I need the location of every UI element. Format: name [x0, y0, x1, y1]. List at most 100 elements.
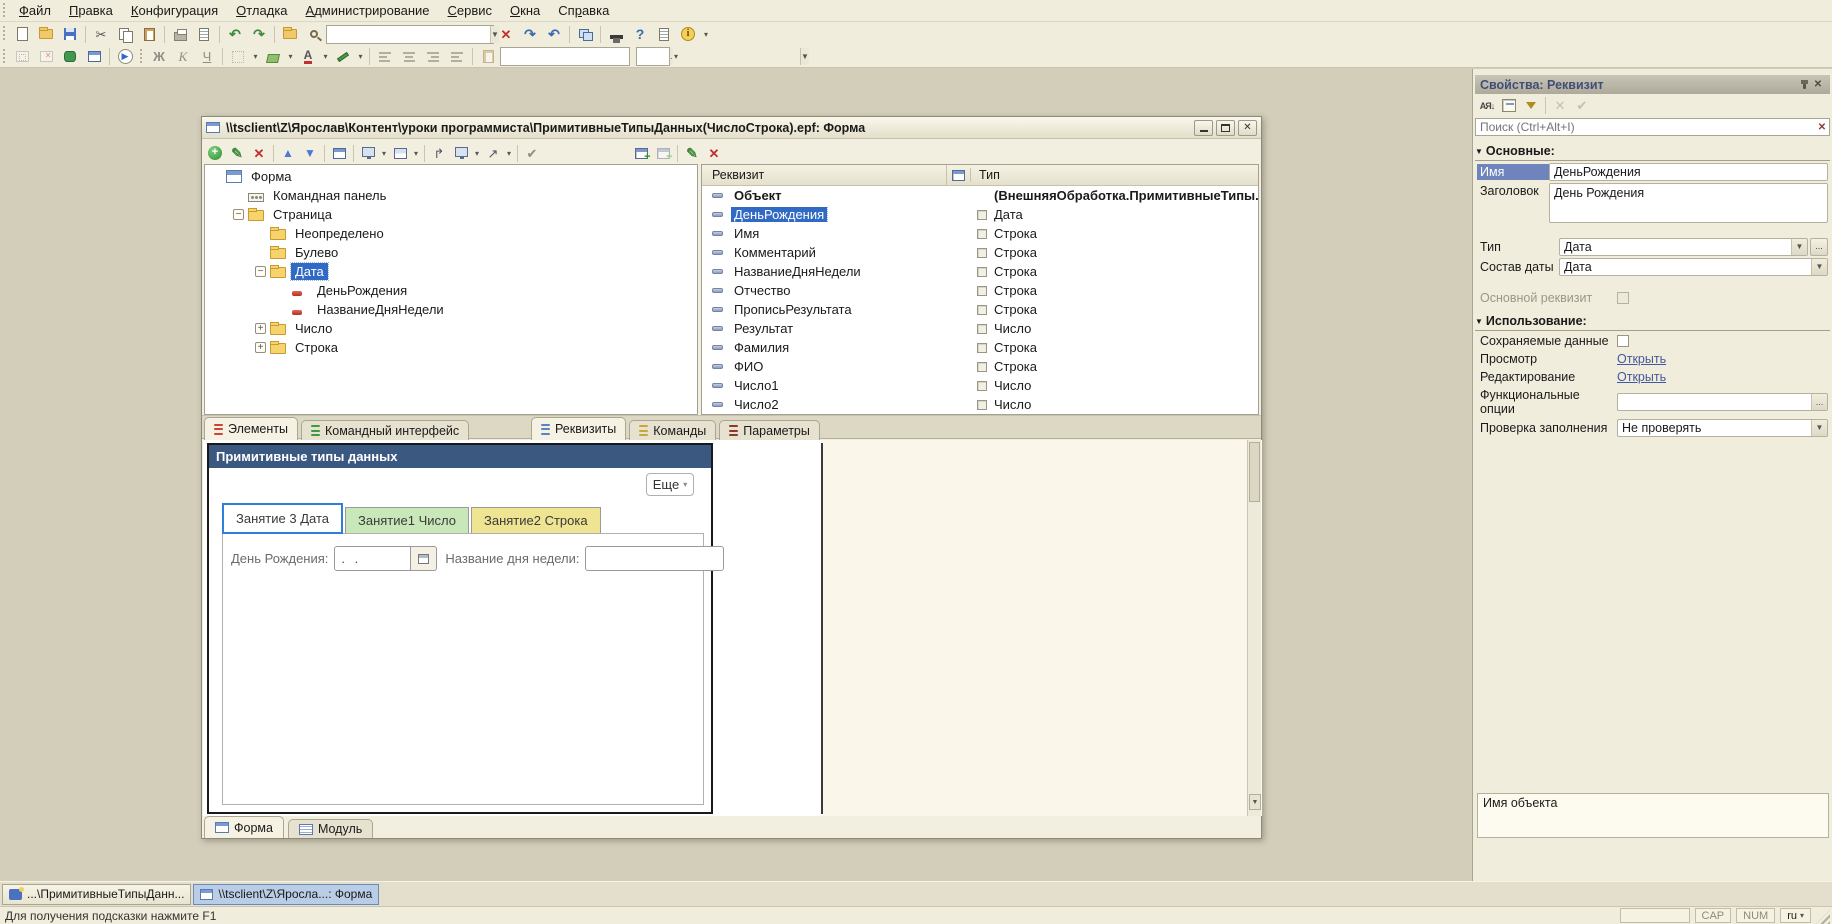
panel-tab[interactable]: Командный интерфейс	[301, 420, 469, 440]
attribute-row[interactable]: Число1 Число	[702, 376, 1258, 395]
pencil-color-button[interactable]	[331, 46, 355, 67]
italic-button[interactable]: К	[171, 46, 195, 67]
section-main[interactable]: ▼Основные:	[1475, 144, 1830, 161]
add-element-button[interactable]: +	[204, 143, 226, 163]
editor-tab[interactable]: Модуль	[288, 819, 373, 838]
combo-arrow-icon[interactable]: ▼	[1811, 259, 1827, 275]
property-type-combo[interactable]: Дата ▼	[1559, 238, 1808, 256]
view-open-link[interactable]: Открыть	[1617, 352, 1666, 366]
toolbar-grip[interactable]	[2, 26, 7, 42]
add-tabular-section-button[interactable]	[652, 143, 674, 163]
font-color-button[interactable]: А	[296, 46, 320, 67]
reorder-button[interactable]: ↱	[428, 143, 450, 163]
filter-properties-button[interactable]	[1520, 96, 1542, 116]
undo-button[interactable]: ↶	[223, 24, 247, 45]
editor-tab[interactable]: Форма	[204, 816, 284, 838]
windows-list-button[interactable]	[573, 24, 597, 45]
combo-arrow-icon[interactable]: ▼	[1811, 420, 1827, 436]
tree-item[interactable]: Страница	[205, 205, 697, 224]
clear-search-button[interactable]: ✕	[494, 24, 518, 45]
print-button[interactable]	[168, 24, 192, 45]
panel-tab[interactable]: Команды	[629, 420, 716, 440]
add-attribute-button[interactable]	[630, 143, 652, 163]
weekday-input[interactable]	[585, 546, 724, 571]
property-fillcheck-combo[interactable]: Не проверять ▼	[1617, 419, 1828, 437]
expander-icon[interactable]	[233, 209, 244, 220]
preview-mode-dropdown[interactable]: ▾	[379, 143, 389, 164]
layout-mode-dropdown[interactable]: ▾	[411, 143, 421, 164]
print-preview-button[interactable]	[192, 24, 216, 45]
attribute-row[interactable]: Имя Строка	[702, 224, 1258, 243]
toolbar2-overflow-button[interactable]: ▾	[670, 46, 682, 67]
toolbar-grip[interactable]	[2, 49, 7, 65]
edit-element-button[interactable]: ✎	[226, 143, 248, 163]
fill-color-button[interactable]	[261, 46, 285, 67]
check-form-button[interactable]: ✔	[521, 143, 543, 163]
find-previous-button[interactable]: ↶	[542, 24, 566, 45]
cut-button[interactable]: ✂	[89, 24, 113, 45]
delete-attribute-button[interactable]: ✕	[703, 143, 725, 163]
panel-tab[interactable]: Элементы	[204, 417, 298, 440]
scale-form-button[interactable]	[450, 143, 472, 163]
combo-arrow-icon[interactable]: ▼	[1791, 239, 1807, 255]
redo-button[interactable]: ↷	[247, 24, 271, 45]
funcopt-dots-icon[interactable]: ...	[1811, 394, 1827, 410]
form-page-tab[interactable]: Занятие1 Число	[345, 507, 469, 534]
column-header-type[interactable]: Тип	[970, 168, 1258, 182]
new-document-button[interactable]	[10, 24, 34, 45]
align-right-button[interactable]	[421, 46, 445, 67]
form-page-tab[interactable]: Занятие2 Строка	[471, 507, 601, 534]
zoom-dropdown[interactable]: ▼	[800, 48, 809, 65]
syntax-check-button[interactable]	[604, 24, 628, 45]
form-elements-button[interactable]	[10, 46, 34, 67]
menu-item[interactable]: Администрирование	[297, 0, 439, 22]
edit-open-link[interactable]: Открыть	[1617, 370, 1666, 384]
menu-item[interactable]: Окна	[501, 0, 549, 22]
menu-item[interactable]: Конфигурация	[122, 0, 227, 22]
property-funcopt-input[interactable]: ...	[1617, 393, 1828, 411]
property-label-caption[interactable]: Заголовок	[1477, 183, 1549, 199]
global-search-button[interactable]	[278, 24, 302, 45]
clear-search-icon[interactable]: ✕	[1815, 122, 1829, 133]
attribute-row[interactable]: Число2 Число	[702, 395, 1258, 414]
pin-panel-button[interactable]	[1797, 78, 1811, 92]
format-painter-button[interactable]	[476, 46, 500, 67]
resize-grip[interactable]	[1816, 910, 1830, 924]
toolbar-grip[interactable]	[139, 49, 144, 65]
align-justify-button[interactable]	[445, 46, 469, 67]
close-button[interactable]: ✕	[1238, 120, 1257, 136]
property-label-datepart[interactable]: Состав даты	[1477, 259, 1559, 275]
info-button[interactable]: i	[676, 24, 700, 45]
open-form-module-button[interactable]	[328, 143, 350, 163]
save-button[interactable]	[58, 24, 82, 45]
table-header[interactable]: Реквизит Тип	[702, 165, 1258, 186]
properties-search-input[interactable]	[1476, 120, 1815, 134]
apply-property-button[interactable]: ✔	[1571, 96, 1593, 116]
toolbar-grip[interactable]	[2, 3, 7, 19]
attribute-row[interactable]: Комментарий Строка	[702, 243, 1258, 262]
delete-element-button[interactable]: ✕	[248, 143, 270, 163]
expander-icon[interactable]	[255, 323, 266, 334]
tree-item[interactable]: ДеньРождения	[205, 281, 697, 300]
taskbar-window-button[interactable]: \\tsclient\Z\Яросла...: Форма	[193, 884, 379, 905]
tree-item[interactable]: Дата	[205, 262, 697, 281]
find-button[interactable]	[302, 24, 326, 45]
attribute-row[interactable]: Объект (ВнешняяОбработка.ПримитивныеТипы…	[702, 186, 1258, 205]
find-next-button[interactable]: ↷	[518, 24, 542, 45]
attribute-row[interactable]: Фамилия Строка	[702, 338, 1258, 357]
type-dots-button[interactable]: ...	[1810, 238, 1828, 256]
attribute-row[interactable]: ДеньРождения Дата	[702, 205, 1258, 224]
minimize-button[interactable]	[1194, 120, 1213, 136]
help-contents-button[interactable]	[652, 24, 676, 45]
start-debug-button[interactable]: ▶	[113, 46, 137, 67]
property-caption-input[interactable]: День Рождения	[1549, 183, 1828, 223]
zoom-input[interactable]	[637, 48, 800, 65]
maximize-button[interactable]	[1216, 120, 1235, 136]
borders-dropdown[interactable]: ▾	[250, 46, 261, 67]
vertical-scrollbar[interactable]: ▼	[1247, 440, 1261, 816]
tree-item[interactable]: Число	[205, 319, 697, 338]
close-panel-button[interactable]: ✕	[1811, 78, 1825, 92]
preview-mode-button[interactable]	[357, 143, 379, 163]
tree-item[interactable]: Строка	[205, 338, 697, 357]
move-up-button[interactable]: ▲	[277, 143, 299, 163]
